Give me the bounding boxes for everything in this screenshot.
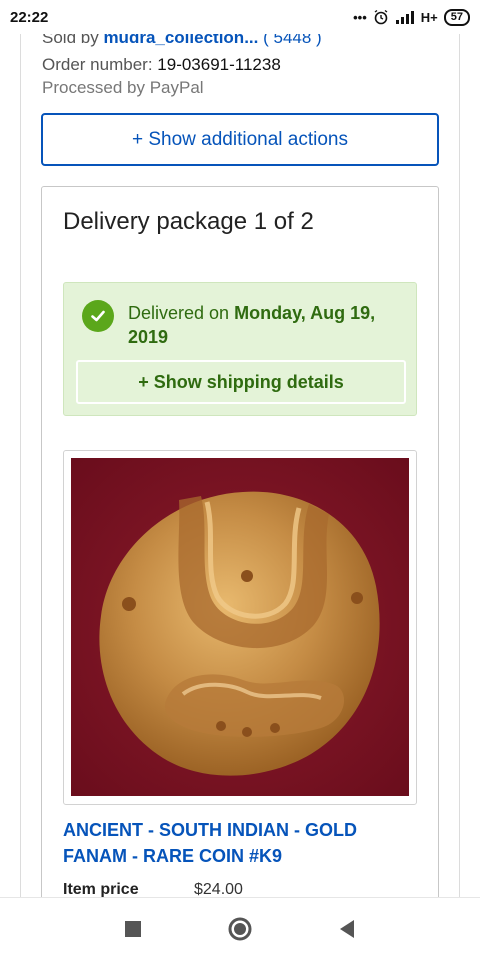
delivered-label: Delivered on: [128, 303, 230, 323]
item-price-value: $24.00: [194, 881, 243, 897]
order-details-page[interactable]: Sold by mudra_collection... ( 5448 ) Ord…: [0, 34, 480, 897]
item-image-frame[interactable]: [63, 450, 417, 805]
order-number-value: 19-03691-11238: [157, 55, 281, 74]
seller-info: Sold by mudra_collection... ( 5448 ): [42, 34, 322, 48]
item-title-link[interactable]: ANCIENT - SOUTH INDIAN - GOLD FANAM - RA…: [63, 817, 423, 869]
payment-processor: Processed by PayPal: [42, 78, 204, 97]
show-shipping-details-button[interactable]: + Show shipping details: [76, 360, 406, 404]
check-circle-icon: [82, 300, 114, 332]
status-icons: ••• H+ 57: [353, 8, 470, 26]
recents-square-icon[interactable]: [113, 909, 153, 949]
back-triangle-icon[interactable]: [327, 909, 367, 949]
home-circle-icon[interactable]: [220, 909, 260, 949]
delivery-status-text: Delivered on Monday, Aug 19, 2019: [128, 301, 403, 349]
seller-feedback-score[interactable]: ( 5448 ): [263, 34, 322, 47]
page-border-left: [20, 34, 21, 897]
signal-icon: [395, 11, 414, 24]
battery-icon: 57: [443, 8, 470, 26]
delivery-package-card: Delivery package 1 of 2 Delivered on Mon…: [41, 186, 439, 897]
alarm-icon: [374, 9, 388, 25]
network-type: H+: [420, 9, 438, 25]
order-number-row: Order number: 19-03691-11238: [42, 55, 281, 75]
more-dots-icon: •••: [353, 9, 367, 25]
page-border-right: [459, 34, 460, 897]
show-additional-actions-button[interactable]: + Show additional actions: [41, 113, 439, 166]
system-nav-bar: [0, 897, 480, 960]
sold-by-label: Sold by: [42, 34, 99, 47]
item-price-label: Item price: [63, 881, 139, 897]
item-image[interactable]: [71, 458, 409, 796]
seller-link[interactable]: mudra_collection...: [103, 34, 258, 47]
order-number-label: Order number:: [42, 55, 153, 74]
status-bar: 22:22 ••• H+ 57: [0, 0, 480, 34]
status-time: 22:22: [10, 8, 49, 26]
package-title: Delivery package 1 of 2: [63, 208, 314, 235]
delivery-status-box: Delivered on Monday, Aug 19, 2019 + Show…: [63, 282, 417, 416]
